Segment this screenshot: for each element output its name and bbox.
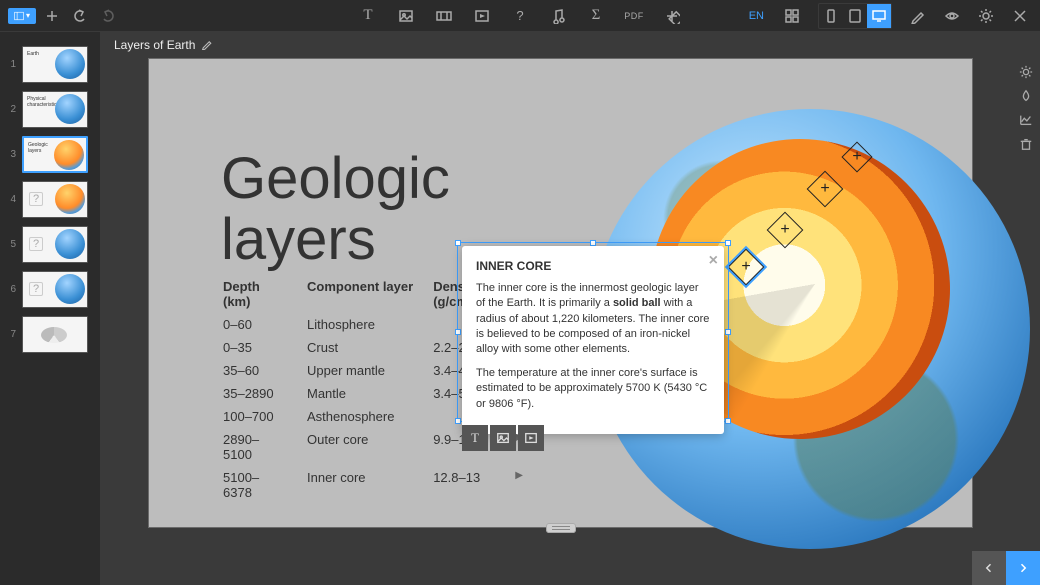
insert-audio-icon[interactable] — [546, 4, 570, 28]
insert-text-icon[interactable]: T — [356, 4, 380, 28]
thumbnail-2[interactable]: Physical characteristics — [22, 91, 88, 128]
insert-tools: T ? Σ PDF — [356, 4, 684, 28]
thumb-number: 4 — [8, 194, 16, 205]
insert-formula-icon[interactable]: Σ — [584, 4, 608, 28]
device-desktop-icon[interactable] — [867, 4, 891, 28]
thumbnail-4[interactable]: ? — [22, 181, 88, 218]
thumb-number: 1 — [8, 59, 16, 70]
insert-shape-icon[interactable] — [660, 4, 684, 28]
thumb-number: 6 — [8, 284, 16, 295]
chart-icon[interactable] — [1016, 110, 1036, 130]
slide-title: Layers of Earth — [114, 38, 195, 52]
popup-paragraph: The temperature at the inner core's surf… — [476, 366, 710, 412]
slide-title-bar: Layers of Earth — [100, 32, 1040, 58]
popup-close-icon[interactable]: × — [709, 250, 718, 272]
canvas-resize-handle[interactable] — [546, 523, 576, 533]
thumb-number: 3 — [8, 149, 16, 160]
insert-image-icon[interactable] — [394, 4, 418, 28]
insert-pdf-icon[interactable]: PDF — [622, 4, 646, 28]
language-toggle[interactable]: EN — [749, 10, 764, 22]
undo-button[interactable] — [68, 4, 92, 28]
thumb-number: 2 — [8, 104, 16, 115]
edit-pencil-icon[interactable] — [906, 4, 930, 28]
rename-slide-icon[interactable] — [201, 38, 213, 53]
style-drop-icon[interactable] — [1016, 86, 1036, 106]
hotspot-popup[interactable]: × INNER CORE The inner core is the inner… — [462, 246, 724, 434]
device-phone-icon[interactable] — [819, 4, 843, 28]
slide-canvas[interactable]: Geologic layers Depth (km) Component lay… — [148, 58, 973, 528]
popup-insert-video-icon[interactable] — [518, 425, 544, 451]
popup-insert-image-icon[interactable] — [490, 425, 516, 451]
topbar-right: EN — [743, 3, 1032, 29]
right-tools — [1012, 58, 1040, 154]
col-depth: Depth (km) — [223, 276, 305, 312]
thumbnail-5[interactable]: ? — [22, 226, 88, 263]
table-row: 5100–6378Inner core12.8–13▶ — [223, 467, 541, 503]
device-preview-group — [818, 3, 892, 29]
insert-video-icon[interactable] — [470, 4, 494, 28]
popup-title: INNER CORE — [476, 258, 710, 275]
thumbnail-6[interactable]: ? — [22, 271, 88, 308]
layout-dropdown[interactable]: ▾ — [8, 8, 36, 24]
device-tablet-icon[interactable] — [843, 4, 867, 28]
popup-toolbar: T — [462, 425, 544, 451]
thumbnail-1[interactable]: Earth — [22, 46, 88, 83]
slide-heading: Geologic layers — [221, 149, 450, 271]
close-icon[interactable] — [1008, 4, 1032, 28]
topbar: ▾ T ? Σ PDF EN — [0, 0, 1040, 32]
next-slide-button[interactable] — [1006, 551, 1040, 585]
add-slide-button[interactable] — [40, 4, 64, 28]
prev-slide-button[interactable] — [972, 551, 1006, 585]
thumb-number: 7 — [8, 329, 16, 340]
delete-trash-icon[interactable] — [1016, 134, 1036, 154]
popup-paragraph: The inner core is the innermost geologic… — [476, 281, 710, 358]
settings-gear-icon[interactable] — [974, 4, 998, 28]
insert-question-icon[interactable]: ? — [508, 4, 532, 28]
main-stage: Layers of Earth Geologic layers Depth (k… — [100, 32, 1040, 585]
preview-eye-icon[interactable] — [940, 4, 964, 28]
grid-icon[interactable] — [780, 4, 804, 28]
col-layer: Component layer — [307, 276, 431, 312]
redo-button[interactable] — [96, 4, 120, 28]
thumbnail-7[interactable] — [22, 316, 88, 353]
insert-gallery-icon[interactable] — [432, 4, 456, 28]
thumb-number: 5 — [8, 239, 16, 250]
properties-gear-icon[interactable] — [1016, 62, 1036, 82]
thumbnails-panel: 1 Earth 2 Physical characteristics 3 Geo… — [0, 32, 100, 585]
thumbnail-3[interactable]: Geologic layers — [22, 136, 88, 173]
popup-insert-text-icon[interactable]: T — [462, 425, 488, 451]
bottom-nav — [972, 551, 1040, 585]
